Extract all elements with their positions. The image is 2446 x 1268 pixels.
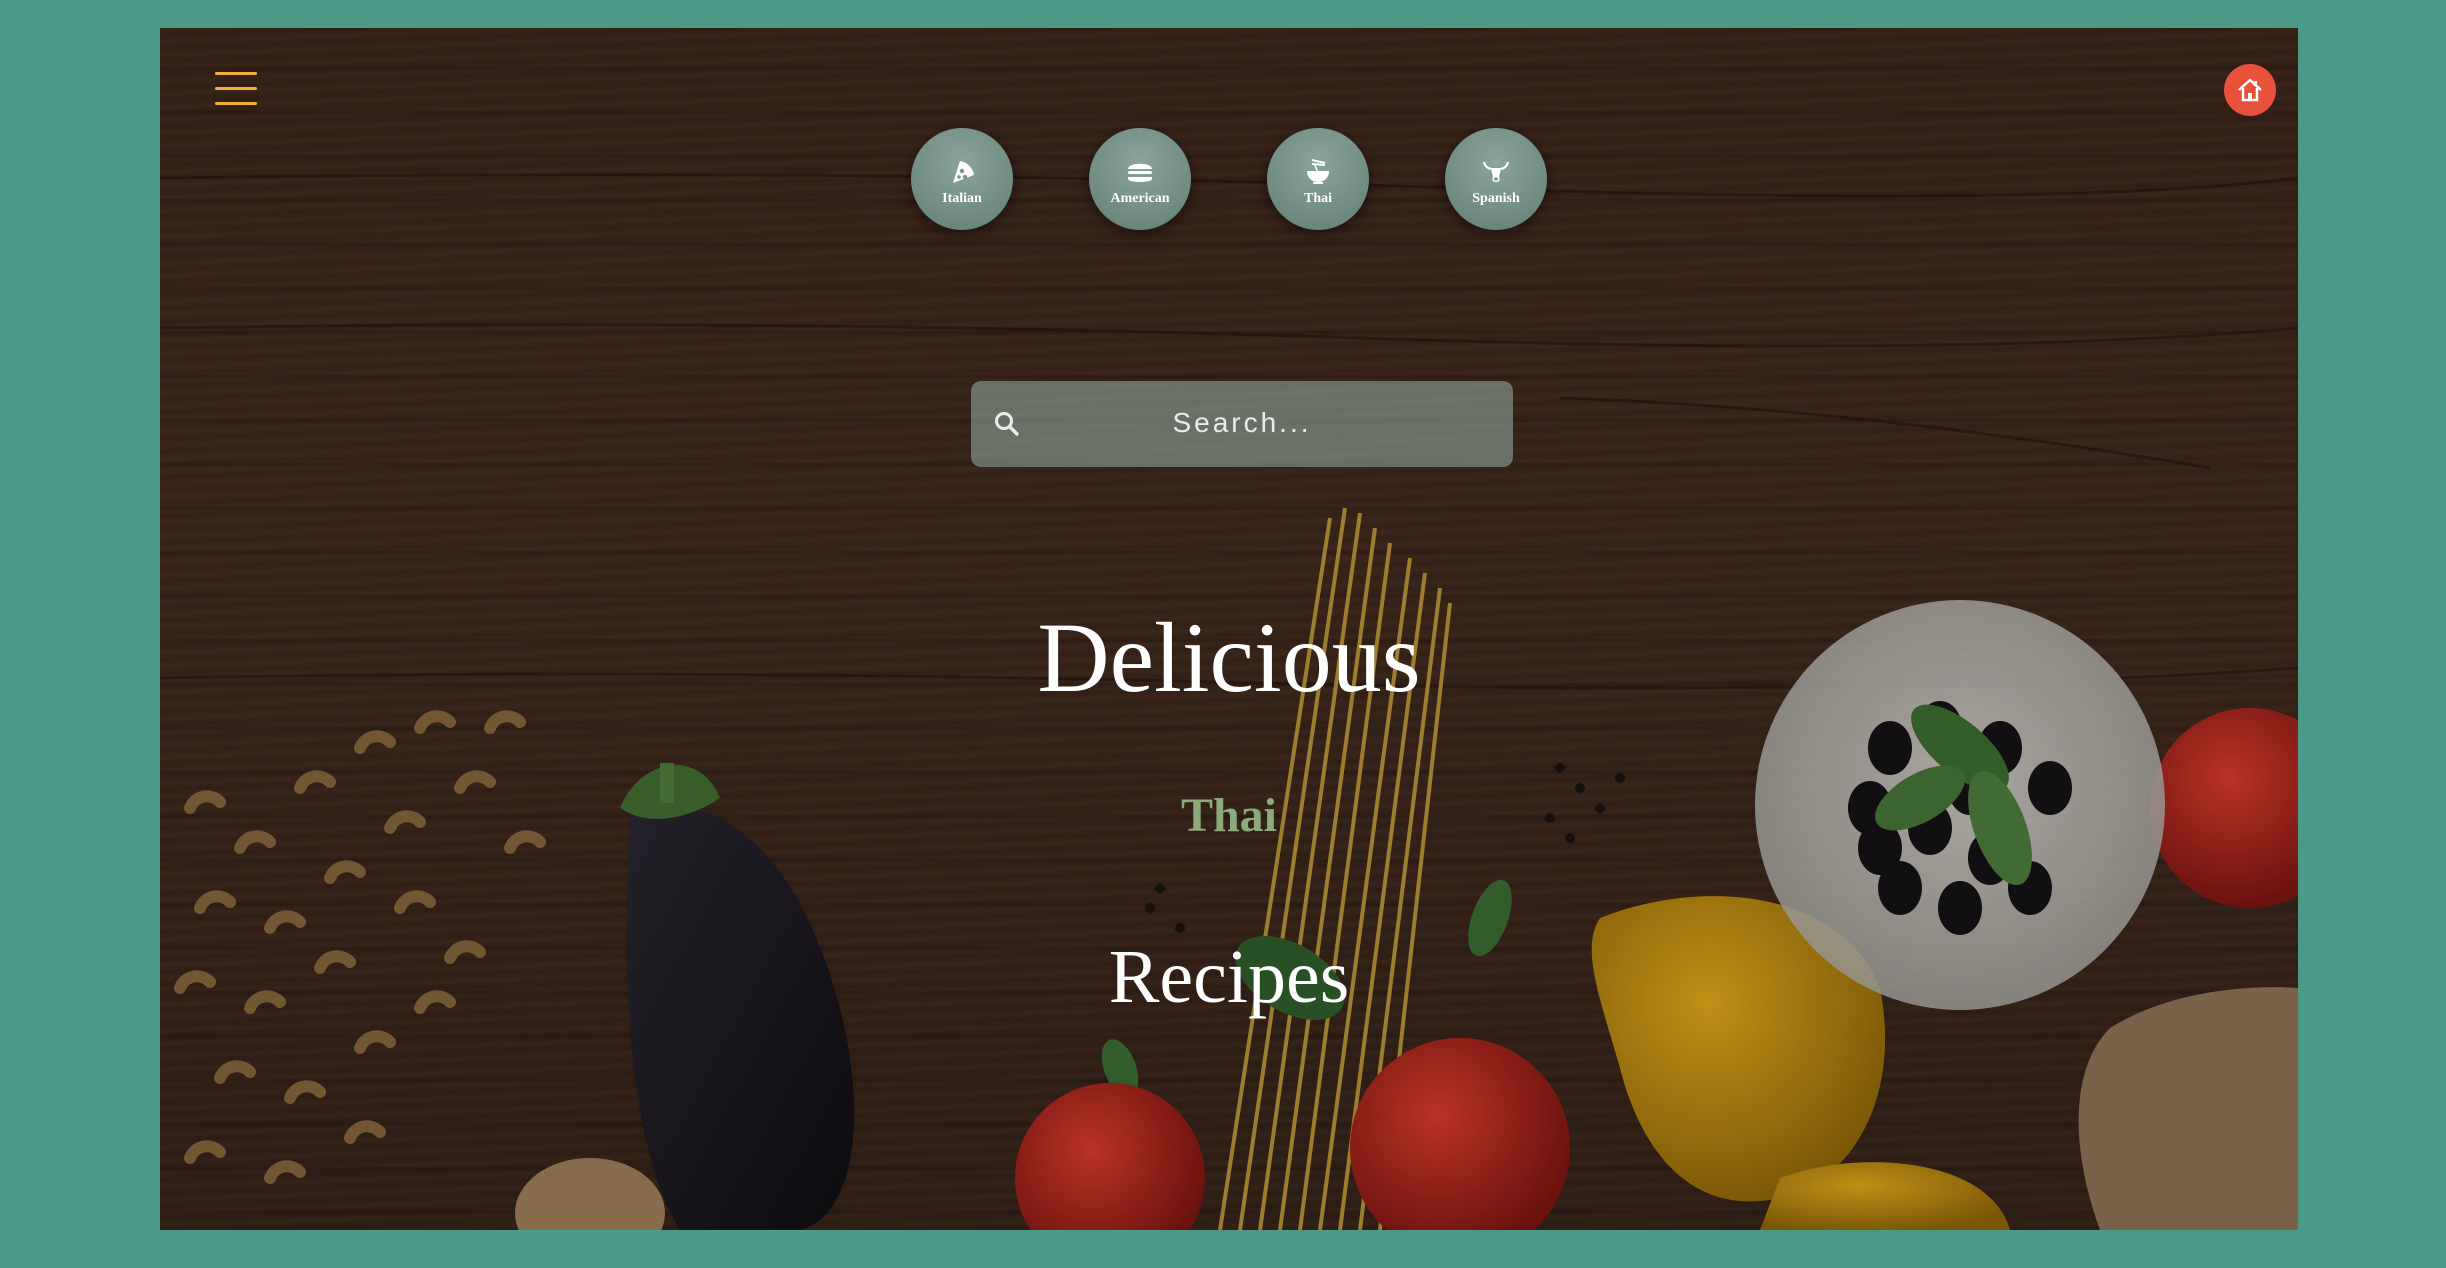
- home-icon: [2238, 78, 2262, 102]
- cuisine-label: Italian: [942, 191, 982, 206]
- hero-section: Italian American Thai Spanish Search... …: [160, 28, 2298, 1230]
- hero-title-recipes: Recipes: [1108, 935, 1350, 1019]
- cuisine-label: Spanish: [1472, 191, 1520, 206]
- cuisine-button-italian[interactable]: Italian: [911, 128, 1013, 230]
- cuisine-label: American: [1110, 191, 1170, 206]
- hamburger-line: [215, 72, 257, 75]
- search-placeholder: Search...: [1172, 407, 1312, 438]
- cuisine-button-american[interactable]: American: [1089, 128, 1191, 230]
- noodle-bowl-icon: [1301, 155, 1335, 189]
- cuisine-label: Thai: [1303, 191, 1332, 206]
- cuisine-button-thai[interactable]: Thai: [1267, 128, 1369, 230]
- hamburger-line: [215, 102, 257, 105]
- bull-icon: [1479, 155, 1513, 189]
- search-input[interactable]: Search...: [971, 381, 1513, 467]
- cuisine-selector: Italian American Thai Spanish: [160, 128, 2298, 230]
- pizza-icon: [945, 155, 979, 189]
- hamburger-line: [215, 87, 257, 90]
- hamburger-menu-button[interactable]: [215, 70, 257, 110]
- burger-icon: [1123, 155, 1157, 189]
- hero-title-delicious: Delicious: [1037, 602, 1421, 713]
- cuisine-button-spanish[interactable]: Spanish: [1445, 128, 1547, 230]
- home-button[interactable]: [2224, 64, 2276, 116]
- selected-cuisine-label: Thai: [1180, 789, 1278, 842]
